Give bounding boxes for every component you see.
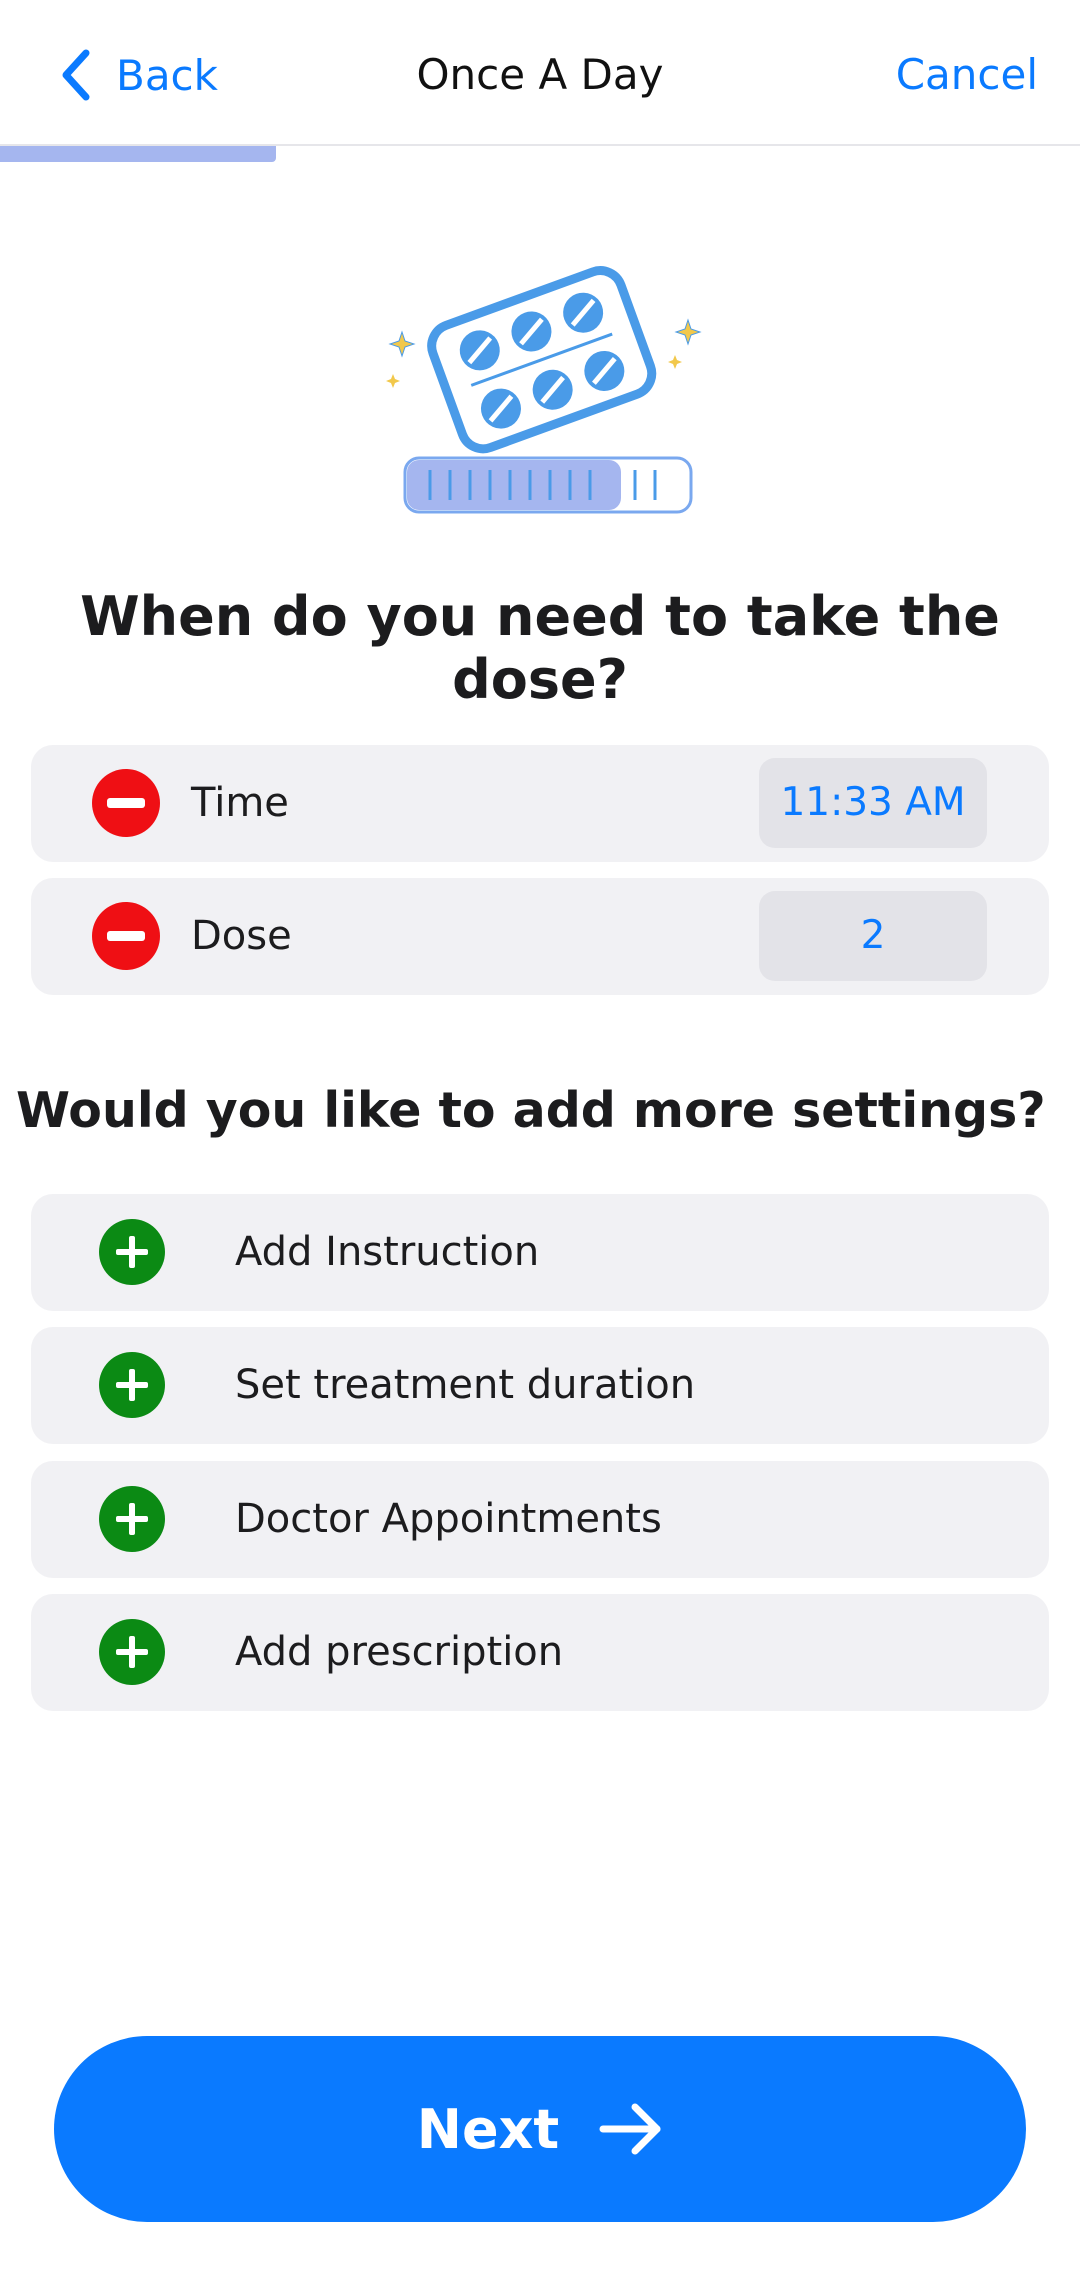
dose-value-button[interactable]: 2 — [759, 891, 987, 981]
treatment-duration-label: Set treatment duration — [235, 1362, 696, 1408]
remove-minus-icon[interactable] — [92, 902, 160, 970]
time-row: Time 11:33 AM — [31, 745, 1049, 862]
arrow-right-icon — [599, 2103, 661, 2155]
add-prescription-label: Add prescription — [235, 1629, 564, 1675]
add-plus-icon — [99, 1486, 165, 1552]
time-value-button[interactable]: 11:33 AM — [759, 758, 987, 848]
back-button[interactable]: Back — [58, 40, 218, 110]
back-label: Back — [116, 50, 218, 100]
add-instruction-row[interactable]: Add Instruction — [31, 1194, 1049, 1311]
remove-minus-icon[interactable] — [92, 769, 160, 837]
add-prescription-row[interactable]: Add prescription — [31, 1594, 1049, 1711]
more-settings-heading: Would you like to add more settings? — [16, 1082, 1046, 1139]
doctor-appointments-row[interactable]: Doctor Appointments — [31, 1461, 1049, 1578]
cancel-button[interactable]: Cancel — [896, 40, 1038, 110]
dose-row: Dose 2 — [31, 878, 1049, 995]
next-button[interactable]: Next — [54, 2036, 1026, 2222]
time-label: Time — [191, 780, 289, 826]
step-progress-bar — [0, 146, 1080, 162]
pill-blister-pack-icon — [386, 266, 702, 514]
step-progress-fill — [0, 146, 277, 162]
next-label: Next — [416, 2097, 560, 2161]
dose-label: Dose — [191, 913, 292, 959]
chevron-left-icon — [62, 49, 90, 101]
dose-question-heading: When do you need to take the dose? — [80, 585, 1000, 711]
add-plus-icon — [99, 1352, 165, 1418]
add-plus-icon — [99, 1619, 165, 1685]
add-instruction-label: Add Instruction — [235, 1229, 540, 1275]
doctor-appointments-label: Doctor Appointments — [235, 1496, 662, 1542]
treatment-duration-row[interactable]: Set treatment duration — [31, 1327, 1049, 1444]
navigation-bar: Back Once A Day Cancel — [0, 0, 1080, 146]
add-plus-icon — [99, 1219, 165, 1285]
